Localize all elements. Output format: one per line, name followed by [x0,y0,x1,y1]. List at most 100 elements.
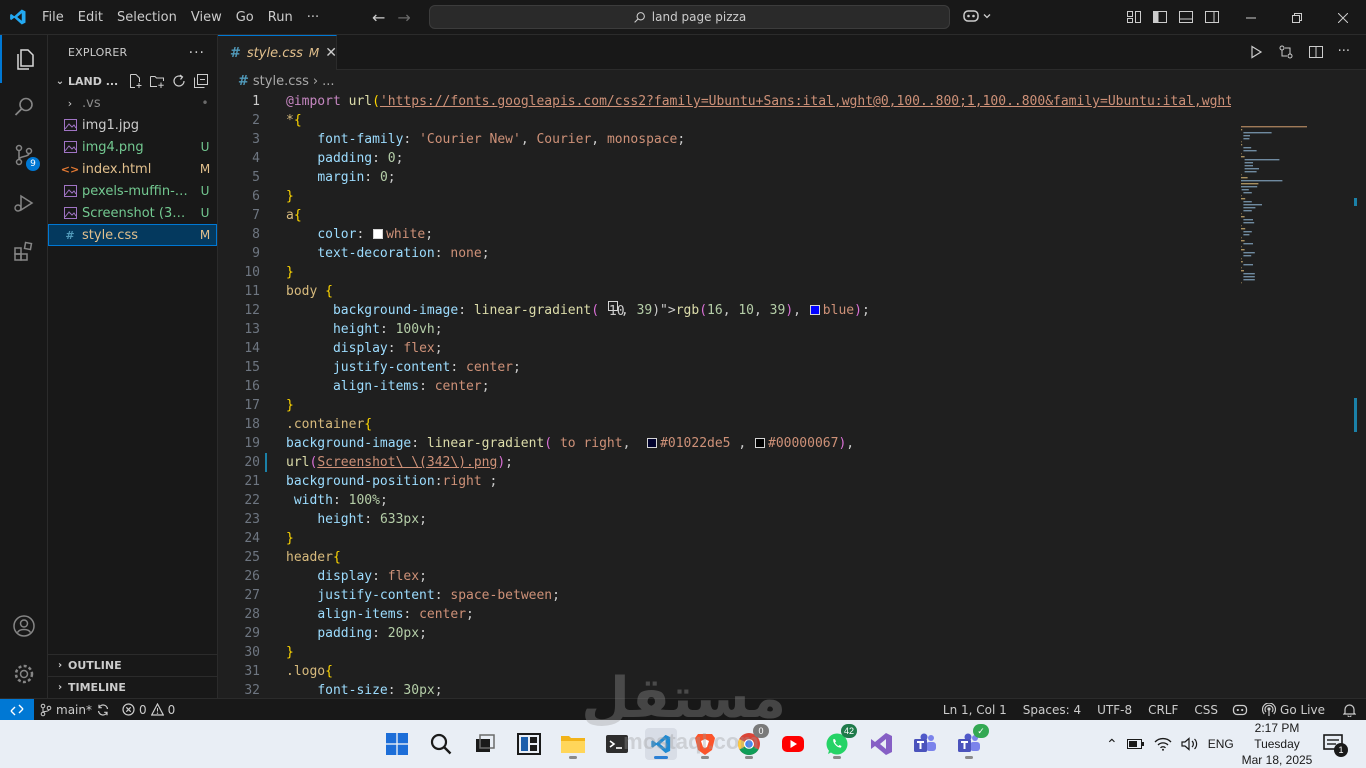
search-activity[interactable] [0,83,48,131]
menu-more[interactable]: ··· [300,0,326,35]
indentation[interactable]: Spaces: 4 [1015,699,1089,721]
more-actions-icon[interactable]: ··· [1338,44,1350,60]
collapse-all-icon[interactable] [193,73,209,89]
wifi-icon[interactable] [1154,737,1172,751]
chrome-taskbar[interactable]: 0 [733,724,769,760]
code-line[interactable]: 27 justify-content: space-between; [218,586,1231,605]
code-line[interactable]: 18 .container{ [218,415,1231,434]
battery-icon[interactable] [1126,738,1145,750]
command-center-search[interactable]: land page pizza [429,5,950,29]
file-explorer-taskbar[interactable] [557,728,589,760]
workspace-folder[interactable]: ⌄ LAND ... [48,70,217,92]
close-window-button[interactable] [1320,0,1366,35]
widgets-button[interactable] [513,728,545,760]
language-mode[interactable]: CSS [1186,699,1226,721]
restore-button[interactable] [1274,0,1320,35]
new-folder-icon[interactable] [149,73,165,89]
brave-taskbar[interactable] [689,728,721,760]
notification-center[interactable]: 1 [1322,732,1348,757]
code-line[interactable]: 17} [218,396,1231,415]
toggle-panel-icon[interactable] [1178,9,1194,25]
color-swatch[interactable] [373,229,384,239]
forward-arrow-icon[interactable]: → [397,8,410,27]
code-line[interactable]: 12 background-image: linear-gradient( 10… [218,301,1231,320]
menu-file[interactable]: File [35,0,71,35]
menu-run[interactable]: Run [261,0,300,35]
language-indicator[interactable]: ENG [1208,737,1234,751]
code-line[interactable]: 22 width: 100%; [218,491,1231,510]
taskbar-search[interactable] [425,728,457,760]
code-line[interactable]: 23 height: 633px; [218,510,1231,529]
color-swatch[interactable]: 10 [607,301,625,319]
code-line[interactable]: 30} [218,643,1231,662]
code-line[interactable]: 9 text-decoration: none; [218,244,1231,263]
explorer-activity[interactable] [0,35,48,83]
branch-indicator[interactable]: main* [34,699,116,721]
timeline-section[interactable]: › TIMELINE [48,676,217,698]
accounts-activity[interactable] [0,602,48,650]
go-live-button[interactable]: Go Live [1254,699,1333,721]
copilot-status[interactable] [1226,699,1254,721]
compare-changes-icon[interactable] [1278,44,1294,60]
minimize-button[interactable] [1228,0,1274,35]
visual-studio-taskbar[interactable] [865,728,897,760]
code-line[interactable]: 25 header{ [218,548,1231,567]
code-line[interactable]: 26 display: flex; [218,567,1231,586]
back-arrow-icon[interactable]: ← [372,8,385,27]
start-button[interactable] [381,728,413,760]
whatsapp-taskbar[interactable]: 42 [821,724,857,760]
code-line[interactable]: 24} [218,529,1231,548]
customize-layout-icon[interactable] [1126,9,1142,25]
file-item-style-css[interactable]: # style.css M [48,224,217,246]
code-line[interactable]: 29 padding: 20px; [218,624,1231,643]
code-line[interactable]: 19 background-image: linear-gradient( to … [218,434,1231,453]
code-editor[interactable]: 1 @import url('https://fonts.googleapis.c… [218,92,1231,698]
code-line[interactable]: 11 body { [218,282,1231,301]
teams-taskbar[interactable] [909,728,941,760]
breadcrumb-symbol[interactable]: ... [322,74,334,89]
notifications-bell[interactable] [1333,699,1366,721]
copilot-button[interactable] [962,8,992,24]
file-item-pexels[interactable]: pexels-muffin-2... U [48,180,217,202]
color-swatch[interactable] [647,438,658,448]
menu-go[interactable]: Go [229,0,261,35]
volume-icon[interactable] [1181,737,1199,751]
code-line[interactable]: 8 color: white; [218,225,1231,244]
file-item-screenshot[interactable]: Screenshot (342)... U [48,202,217,224]
code-line[interactable]: 20 url(Screenshot\ \(342\).png); [218,453,1231,472]
end-of-line[interactable]: CRLF [1140,699,1186,721]
code-line[interactable]: 4 padding: 0; [218,149,1231,168]
toggle-secondary-sidebar-icon[interactable] [1204,9,1220,25]
teams-work-taskbar[interactable]: ✓ [953,724,989,760]
outline-section[interactable]: › OUTLINE [48,654,217,676]
code-line[interactable]: 2 *{ [218,111,1231,130]
youtube-taskbar[interactable] [777,728,809,760]
sync-icon[interactable] [96,703,110,717]
code-line[interactable]: 16 align-items: center; [218,377,1231,396]
extensions-activity[interactable] [0,227,48,275]
code-line[interactable]: 1 @import url('https://fonts.googleapis.c… [218,92,1231,111]
code-line[interactable]: 6} [218,187,1231,206]
run-debug-activity[interactable] [0,179,48,227]
tab-style-css[interactable]: # style.css M ✕ [218,35,337,70]
code-line[interactable]: 28 align-items: center; [218,605,1231,624]
refresh-icon[interactable] [171,73,187,89]
encoding[interactable]: UTF-8 [1089,699,1140,721]
toggle-primary-sidebar-icon[interactable] [1152,9,1168,25]
color-swatch[interactable] [755,438,765,448]
vscode-taskbar[interactable] [645,728,677,760]
manage-activity[interactable] [0,650,48,698]
minimap[interactable] [1233,92,1351,698]
code-line[interactable]: 31 .logo{ [218,662,1231,681]
menu-edit[interactable]: Edit [71,0,110,35]
remote-button[interactable] [0,698,34,721]
menu-view[interactable]: View [184,0,229,35]
breadcrumb-file[interactable]: style.css [253,74,309,89]
chevron-up-icon[interactable]: ⌃ [1106,736,1118,753]
menu-selection[interactable]: Selection [110,0,184,35]
code-line[interactable]: 32 font-size: 30px; [218,681,1231,698]
split-editor-icon[interactable] [1308,44,1324,60]
code-line[interactable]: 10} [218,263,1231,282]
problems-indicator[interactable]: 0 0 [116,699,181,721]
code-line[interactable]: 5 margin: 0; [218,168,1231,187]
